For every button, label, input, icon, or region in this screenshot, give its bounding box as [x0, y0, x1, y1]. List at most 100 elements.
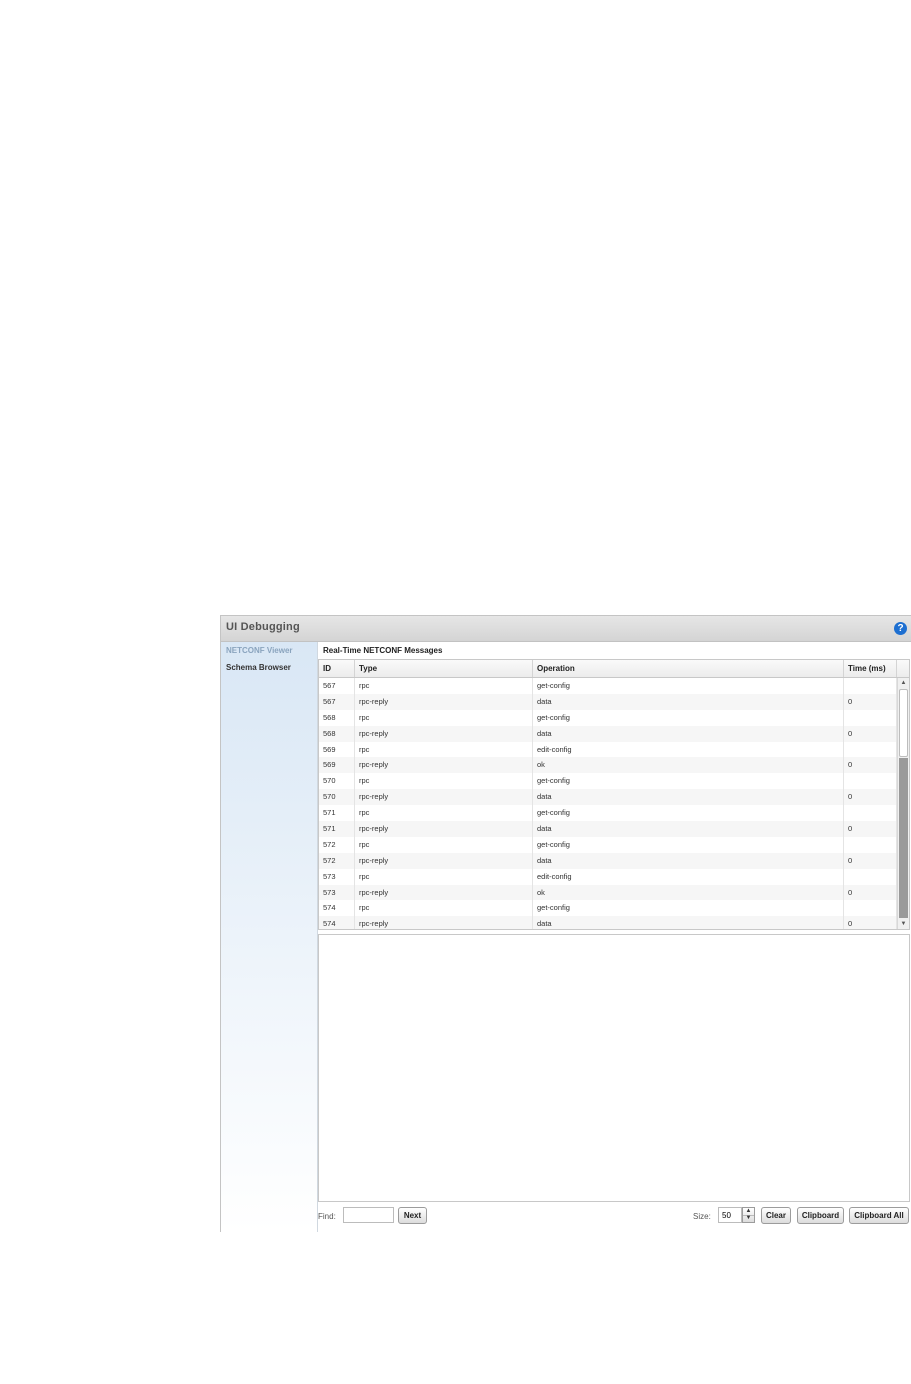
size-label: Size: [693, 1212, 711, 1221]
help-icon[interactable]: ? [894, 622, 907, 635]
find-input[interactable] [343, 1207, 394, 1223]
table-row[interactable]: 569 rpc-reply ok 0 [319, 757, 897, 774]
next-button[interactable]: Next [398, 1207, 427, 1224]
cell-id: 567 [319, 693, 355, 710]
cell-time: 0 [844, 725, 897, 742]
sidebar-item-schema-browser[interactable]: Schema Browser [221, 659, 317, 676]
cell-operation: data [533, 693, 844, 710]
scroll-track[interactable] [899, 758, 908, 918]
table-row[interactable]: 573 rpc edit-config [319, 868, 897, 885]
cell-id: 568 [319, 725, 355, 742]
cell-type: rpc-reply [355, 821, 533, 837]
table-row[interactable]: 572 rpc get-config [319, 836, 897, 853]
cell-time [844, 900, 897, 917]
clipboard-button[interactable]: Clipboard [797, 1207, 844, 1224]
message-detail-pane[interactable] [318, 934, 910, 1202]
table-row[interactable]: 569 rpc edit-config [319, 741, 897, 758]
cell-time [844, 678, 897, 694]
table-row[interactable]: 571 rpc get-config [319, 805, 897, 822]
cell-type: rpc [355, 773, 533, 790]
cell-type: rpc-reply [355, 916, 533, 929]
cell-id: 574 [319, 916, 355, 929]
cell-time: 0 [844, 693, 897, 710]
scroll-down-icon[interactable]: ▼ [898, 919, 909, 929]
table-row[interactable]: 571 rpc-reply data 0 [319, 821, 897, 837]
table-row[interactable]: 570 rpc get-config [319, 773, 897, 790]
cell-operation: get-config [533, 773, 844, 790]
cell-type: rpc [355, 900, 533, 917]
main-panel: Real-Time NETCONF Messages ID Type Opera… [318, 642, 910, 1232]
grid-rows: 567 rpc get-config 567 rpc-reply data 0 568 rpc g… [319, 678, 897, 929]
cell-type: rpc-reply [355, 884, 533, 901]
cell-operation: get-config [533, 805, 844, 822]
cell-time [844, 805, 897, 822]
cell-time [844, 773, 897, 790]
cell-id: 573 [319, 868, 355, 885]
column-header-type[interactable]: Type [355, 660, 533, 677]
column-header-spacer [897, 660, 909, 677]
table-row[interactable]: 572 rpc-reply data 0 [319, 852, 897, 869]
cell-time: 0 [844, 852, 897, 869]
grid-scrollbar[interactable]: ▲ ▼ [897, 678, 909, 929]
cell-time: 0 [844, 916, 897, 929]
clear-button[interactable]: Clear [761, 1207, 791, 1224]
title-bar: UI Debugging ? [221, 616, 911, 642]
cell-id: 573 [319, 884, 355, 901]
cell-id: 571 [319, 805, 355, 822]
cell-time: 0 [844, 821, 897, 837]
cell-id: 568 [319, 709, 355, 726]
cell-id: 567 [319, 678, 355, 694]
cell-type: rpc [355, 868, 533, 885]
table-row[interactable]: 568 rpc-reply data 0 [319, 725, 897, 742]
size-stepper[interactable]: ▲ ▼ [742, 1207, 755, 1223]
cell-id: 571 [319, 821, 355, 837]
cell-id: 570 [319, 773, 355, 790]
cell-operation: ok [533, 884, 844, 901]
table-row[interactable]: 574 rpc-reply data 0 [319, 916, 897, 929]
table-row[interactable]: 568 rpc get-config [319, 709, 897, 726]
table-row[interactable]: 574 rpc get-config [319, 900, 897, 917]
cell-time: 0 [844, 757, 897, 774]
cell-type: rpc-reply [355, 693, 533, 710]
scroll-up-icon[interactable]: ▲ [898, 678, 909, 688]
cell-type: rpc [355, 741, 533, 758]
cell-id: 569 [319, 741, 355, 758]
column-header-id[interactable]: ID [319, 660, 355, 677]
column-header-operation[interactable]: Operation [533, 660, 844, 677]
table-row[interactable]: 567 rpc-reply data 0 [319, 693, 897, 710]
size-input[interactable] [718, 1207, 742, 1223]
cell-operation: data [533, 789, 844, 806]
window-title: UI Debugging [226, 621, 300, 633]
cell-time [844, 836, 897, 853]
cell-id: 569 [319, 757, 355, 774]
cell-operation: get-config [533, 900, 844, 917]
cell-id: 570 [319, 789, 355, 806]
cell-type: rpc-reply [355, 789, 533, 806]
messages-grid: ID Type Operation Time (ms) 567 rpc get-co… [318, 659, 910, 930]
cell-type: rpc [355, 678, 533, 694]
spin-down-icon[interactable]: ▼ [743, 1215, 754, 1222]
sidebar-item-label: NETCONF Viewer [226, 646, 293, 655]
scroll-thumb[interactable] [899, 689, 908, 757]
column-header-time[interactable]: Time (ms) [844, 660, 897, 677]
cell-operation: ok [533, 757, 844, 774]
ui-debugging-window: UI Debugging ? NETCONF Viewer Schema Bro… [220, 615, 911, 1232]
cell-time [844, 868, 897, 885]
cell-operation: edit-config [533, 741, 844, 758]
cell-operation: edit-config [533, 868, 844, 885]
cell-operation: get-config [533, 678, 844, 694]
cell-type: rpc [355, 836, 533, 853]
table-row[interactable]: 567 rpc get-config [319, 678, 897, 694]
sidebar-item-label: Schema Browser [226, 663, 291, 672]
table-row[interactable]: 573 rpc-reply ok 0 [319, 884, 897, 901]
cell-id: 572 [319, 852, 355, 869]
table-row[interactable]: 570 rpc-reply data 0 [319, 789, 897, 806]
grid-header: ID Type Operation Time (ms) [319, 660, 909, 678]
sidebar-item-netconf-viewer[interactable]: NETCONF Viewer [221, 642, 317, 659]
sidebar: NETCONF Viewer Schema Browser [221, 642, 318, 1232]
cell-id: 574 [319, 900, 355, 917]
cell-id: 572 [319, 836, 355, 853]
find-label: Find: [318, 1212, 336, 1221]
bottom-toolbar: Find: Next Size: ▲ ▼ Clear Clipboard Cli… [318, 1205, 910, 1227]
clipboard-all-button[interactable]: Clipboard All [849, 1207, 909, 1224]
